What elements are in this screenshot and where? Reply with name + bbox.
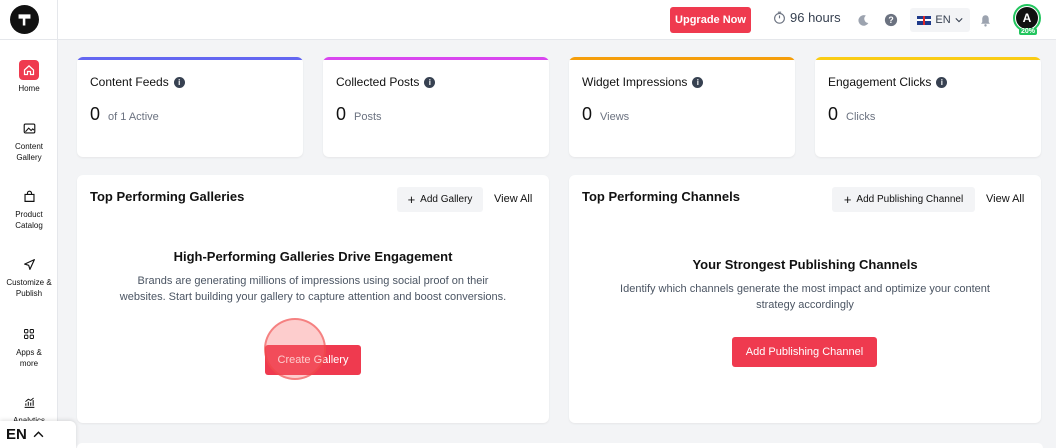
stat-title-label: Engagement Clicks <box>828 75 932 89</box>
info-icon[interactable]: i <box>173 76 185 88</box>
stat-number: 0 <box>336 104 347 124</box>
uk-flag-icon <box>917 15 932 25</box>
sidebar: Home Content Gallery Product Catalog Cus… <box>0 40 58 448</box>
sidebar-item-product-catalog[interactable]: Product Catalog <box>0 186 58 231</box>
sidebar-item-apps[interactable]: Apps & more <box>0 324 58 369</box>
panel-title: Top Performing Galleries <box>90 189 245 204</box>
stat-number: 0 <box>90 104 101 124</box>
image-icon <box>19 118 39 138</box>
stat-card-accent <box>569 57 795 60</box>
sidebar-item-label: Home <box>18 84 40 93</box>
stat-card-engagement-clicks: Engagement Clicks i 0 Clicks <box>815 57 1041 157</box>
view-all-galleries-link[interactable]: View All <box>494 193 532 205</box>
sidebar-item-home[interactable]: Home <box>0 60 58 94</box>
empty-state-description: Identify which channels generate the mos… <box>620 283 990 311</box>
empty-state-heading: High-Performing Galleries Drive Engageme… <box>173 249 453 264</box>
svg-text:?: ? <box>888 15 893 25</box>
empty-state-description: Brands are generating millions of impres… <box>119 275 507 303</box>
brand-logo[interactable] <box>10 5 39 34</box>
stat-title-label: Content Feeds <box>90 75 169 89</box>
language-selector[interactable]: EN <box>910 8 970 32</box>
dark-mode-toggle[interactable] <box>854 11 872 29</box>
sidebar-item-customize-publish[interactable]: Customize & Publish <box>0 254 58 299</box>
info-icon[interactable]: i <box>692 76 704 88</box>
avatar-letter: A <box>1016 7 1038 29</box>
stat-number: 0 <box>828 104 839 124</box>
stat-value: 0 Clicks <box>828 104 875 125</box>
home-icon <box>19 60 39 80</box>
add-gallery-label: Add Gallery <box>420 194 473 205</box>
view-all-channels-link[interactable]: View All <box>986 193 1024 205</box>
stat-title-label: Collected Posts <box>336 75 420 89</box>
stat-card-content-feeds: Content Feeds i 0 of 1 Active <box>77 57 303 157</box>
stat-card-accent <box>323 57 549 60</box>
plus-icon: + <box>843 192 852 207</box>
stat-value: 0 of 1 Active <box>90 104 159 125</box>
stat-unit: of 1 Active <box>108 111 159 123</box>
moon-icon <box>857 14 868 26</box>
trial-hours: 96 hours <box>773 10 841 25</box>
top-galleries-panel: Top Performing Galleries + Add Gallery V… <box>77 175 549 423</box>
language-label: EN <box>935 14 951 26</box>
create-gallery-button[interactable]: Create Gallery <box>265 345 361 375</box>
stat-card-widget-impressions: Widget Impressions i 0 Views <box>569 57 795 157</box>
add-gallery-button[interactable]: + Add Gallery <box>397 187 483 212</box>
profile-progress: 20% <box>1019 28 1038 35</box>
send-icon <box>19 254 39 274</box>
sidebar-item-label: Content Gallery <box>14 142 44 162</box>
analytics-icon <box>19 392 39 412</box>
info-icon[interactable]: i <box>936 76 948 88</box>
help-button[interactable]: ? <box>882 11 900 29</box>
timer-icon <box>774 11 785 24</box>
stat-value: 0 Posts <box>336 104 382 125</box>
stat-card-accent <box>77 57 303 60</box>
panel-title: Top Performing Channels <box>582 189 740 204</box>
sidebar-item-label: Apps & more <box>16 348 42 368</box>
shopping-bag-icon <box>19 186 39 206</box>
stat-unit: Clicks <box>846 111 876 123</box>
add-publishing-channel-cta[interactable]: Add Publishing Channel <box>732 337 877 367</box>
info-icon[interactable]: i <box>424 76 436 88</box>
sidebar-item-content-gallery[interactable]: Content Gallery <box>0 118 58 163</box>
language-footer-label: EN <box>6 426 27 443</box>
stat-title: Engagement Clicks i <box>828 75 948 89</box>
stat-title: Widget Impressions i <box>582 75 704 89</box>
stat-card-accent <box>815 57 1041 60</box>
language-footer-toggle[interactable]: EN <box>0 421 76 448</box>
help-icon: ? <box>884 13 898 27</box>
stat-unit: Views <box>600 111 630 123</box>
stat-title: Collected Posts i <box>336 75 436 89</box>
top-channels-panel: Top Performing Channels + Add Publishing… <box>569 175 1041 423</box>
top-bar: Upgrade Now 96 hours ? EN A 20% <box>0 0 1056 40</box>
chevron-up-icon <box>33 431 44 438</box>
notifications-button[interactable] <box>976 11 994 29</box>
stat-unit: Posts <box>354 111 382 123</box>
sidebar-item-label: Product Catalog <box>15 210 43 230</box>
bell-icon <box>980 14 990 27</box>
sidebar-item-analytics[interactable]: Analytics <box>0 392 58 421</box>
stat-number: 0 <box>582 104 593 124</box>
apps-grid-icon <box>19 324 39 344</box>
add-publishing-channel-button[interactable]: + Add Publishing Channel <box>832 187 975 212</box>
stat-title: Content Feeds i <box>90 75 185 89</box>
upgrade-now-button[interactable]: Upgrade Now <box>670 7 751 33</box>
add-channel-label: Add Publishing Channel <box>856 194 964 205</box>
empty-state-heading: Your Strongest Publishing Channels <box>692 257 918 272</box>
stat-value: 0 Views <box>582 104 629 125</box>
logo-area <box>0 0 58 40</box>
user-avatar[interactable]: A 20% <box>1013 4 1043 36</box>
plus-icon: + <box>407 192 416 207</box>
sidebar-item-label: Customize & Publish <box>6 278 52 298</box>
chevron-down-icon <box>955 18 963 23</box>
stat-card-collected-posts: Collected Posts i 0 Posts <box>323 57 549 157</box>
next-section-edge <box>77 443 1043 448</box>
stat-title-label: Widget Impressions <box>582 75 688 89</box>
logo-icon <box>18 14 31 26</box>
trial-hours-label: 96 hours <box>790 10 841 25</box>
